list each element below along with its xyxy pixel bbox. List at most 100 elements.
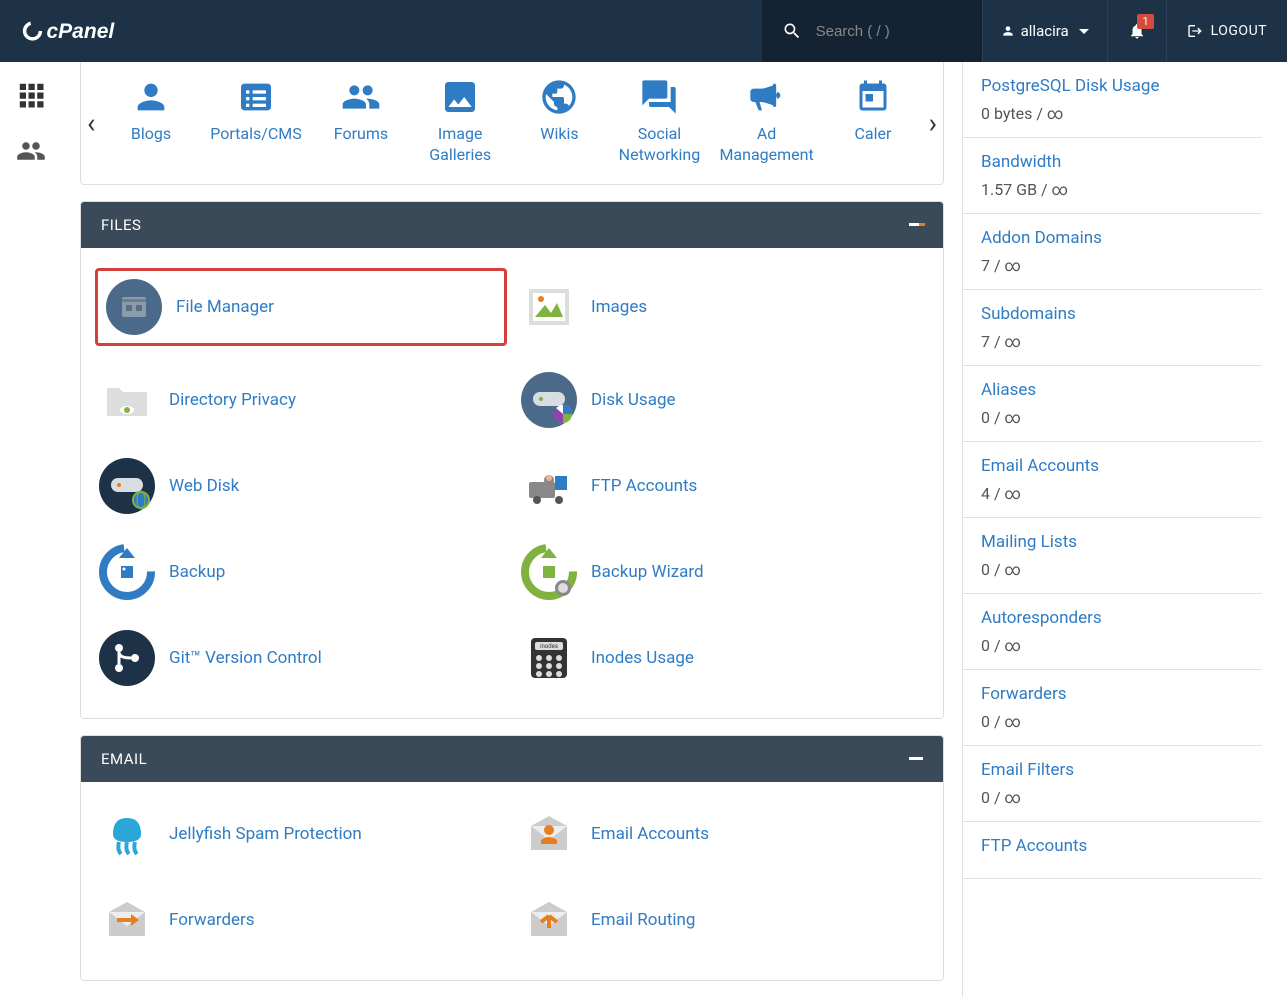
app-label: Backup Wizard — [591, 562, 704, 582]
stat-value: 1.57 GB / ∞ — [981, 180, 1244, 199]
app-forwarders[interactable]: Forwarders — [95, 888, 507, 952]
stat-label[interactable]: Bandwidth — [981, 152, 1061, 172]
carousel-item-portals-cms[interactable]: Portals/CMS — [210, 76, 302, 166]
emailacc-icon — [521, 806, 577, 862]
stat-label[interactable]: Forwarders — [981, 684, 1067, 704]
svg-text:cPanel: cPanel — [47, 20, 116, 43]
app-carousel: ‹ Blogs Portals/CMS Forums ImageGalleries Wi… — [80, 62, 944, 185]
carousel-label: ImageGalleries — [429, 124, 491, 166]
search-input[interactable] — [816, 23, 956, 40]
collapse-icon[interactable] — [909, 223, 923, 226]
app-images[interactable]: Images — [517, 268, 929, 346]
git-icon — [99, 630, 155, 686]
app-label: Jellyfish Spam Protection — [169, 824, 362, 844]
username: allacira — [1021, 22, 1069, 40]
carousel-item-forums[interactable]: Forums — [321, 76, 401, 166]
stat-value: 7 / ∞ — [981, 256, 1244, 275]
stat-label[interactable]: Autoresponders — [981, 608, 1102, 628]
app-label: Git™ Version Control — [169, 648, 322, 668]
carousel-next[interactable]: › — [929, 106, 937, 139]
carousel-label: AdManagement — [719, 124, 813, 166]
comments-icon — [638, 76, 680, 118]
stat-row: Subdomains 7 / ∞ — [963, 290, 1262, 366]
carousel-label: SocialNetworking — [619, 124, 701, 166]
bullhorn-icon — [746, 76, 788, 118]
app-label: File Manager — [176, 297, 274, 317]
inodes-icon: inodes — [521, 630, 577, 686]
stat-label[interactable]: Aliases — [981, 380, 1036, 400]
stat-value: 7 / ∞ — [981, 332, 1244, 351]
apps-grid-icon[interactable] — [16, 80, 46, 110]
stat-row: Forwarders 0 / ∞ — [963, 670, 1262, 746]
carousel-item-image-galleries[interactable]: ImageGalleries — [420, 76, 500, 166]
users-icon[interactable] — [16, 136, 46, 166]
stat-label[interactable]: Subdomains — [981, 304, 1076, 324]
carousel-prev[interactable]: ‹ — [87, 106, 95, 139]
stat-row: Addon Domains 7 / ∞ — [963, 214, 1262, 290]
section-title: FILES — [101, 216, 141, 234]
notifications-button[interactable]: 1 — [1107, 0, 1166, 62]
routing-icon — [521, 892, 577, 948]
images-icon — [521, 279, 577, 335]
stat-value: 0 / ∞ — [981, 712, 1244, 731]
email-section-header[interactable]: EMAIL — [81, 736, 943, 782]
carousel-item-ad-management[interactable]: AdManagement — [719, 76, 813, 166]
stat-label[interactable]: Email Filters — [981, 760, 1074, 780]
calendar-icon — [852, 76, 894, 118]
stat-row: Aliases 0 / ∞ — [963, 366, 1262, 442]
carousel-item-social-networking[interactable]: SocialNetworking — [619, 76, 701, 166]
app-label: Inodes Usage — [591, 648, 694, 668]
logout-button[interactable]: LOGOUT — [1166, 0, 1287, 62]
stat-row: Mailing Lists0 / ∞ — [963, 518, 1262, 594]
user-menu[interactable]: allacira — [982, 0, 1107, 62]
left-sidebar — [0, 62, 62, 908]
stat-label[interactable]: PostgreSQL Disk Usage — [981, 76, 1159, 96]
stat-label[interactable]: Addon Domains — [981, 228, 1102, 248]
stat-label[interactable]: Email Accounts — [981, 456, 1099, 476]
app-ftp-accounts[interactable]: FTP Accounts — [517, 454, 929, 518]
app-git-version-control[interactable]: Git™ Version Control — [95, 626, 507, 690]
stat-value: 0 / ∞ — [981, 636, 1244, 655]
carousel-item-blogs[interactable]: Blogs — [111, 76, 191, 166]
stat-row: Bandwidth 1.57 GB / ∞ — [963, 138, 1262, 214]
logout-label: LOGOUT — [1211, 23, 1267, 39]
app-backup[interactable]: Backup — [95, 540, 507, 604]
app-label: FTP Accounts — [591, 476, 697, 496]
app-jellyfish-spam-protection[interactable]: Jellyfish Spam Protection — [95, 802, 507, 866]
cpanel-logo[interactable]: cPanel — [0, 17, 167, 45]
app-disk-usage[interactable]: Disk Usage — [517, 368, 929, 432]
app-label: Directory Privacy — [169, 390, 296, 410]
stat-value: 0 / ∞ — [981, 408, 1244, 427]
stat-row: Email Accounts 4 / ∞ — [963, 442, 1262, 518]
stat-row: FTP Accounts — [963, 822, 1262, 879]
carousel-label: Forums — [334, 124, 388, 145]
user-icon — [130, 76, 172, 118]
carousel-item-wikis[interactable]: Wikis — [519, 76, 599, 166]
collapse-icon[interactable] — [909, 757, 923, 760]
app-inodes-usage[interactable]: inodes Inodes Usage — [517, 626, 929, 690]
app-web-disk[interactable]: Web Disk — [95, 454, 507, 518]
chevron-down-icon — [1079, 29, 1089, 34]
stat-value: 4 / ∞ — [981, 484, 1244, 503]
app-directory-privacy[interactable]: Directory Privacy — [95, 368, 507, 432]
app-email-routing[interactable]: Email Routing — [517, 888, 929, 952]
app-backup-wizard[interactable]: Backup Wizard — [517, 540, 929, 604]
webdisk-icon — [99, 458, 155, 514]
users-icon — [340, 76, 382, 118]
app-label: Email Accounts — [591, 824, 709, 844]
files-section: FILES File Manager Images Directory Privac… — [80, 201, 944, 719]
search-box[interactable] — [762, 0, 982, 62]
forwarders-icon — [99, 892, 155, 948]
stat-label[interactable]: Mailing Lists — [981, 532, 1077, 552]
app-file-manager[interactable]: File Manager — [95, 268, 507, 346]
carousel-label: Portals/CMS — [210, 124, 302, 145]
files-section-header[interactable]: FILES — [81, 202, 943, 248]
app-label: Backup — [169, 562, 225, 582]
stat-label[interactable]: FTP Accounts — [981, 836, 1087, 856]
notification-badge: 1 — [1137, 14, 1153, 29]
carousel-item-caler[interactable]: Caler — [833, 76, 913, 166]
app-email-accounts[interactable]: Email Accounts — [517, 802, 929, 866]
app-label: Forwarders — [169, 910, 255, 930]
app-label: Web Disk — [169, 476, 239, 496]
jellyfish-icon — [99, 806, 155, 862]
